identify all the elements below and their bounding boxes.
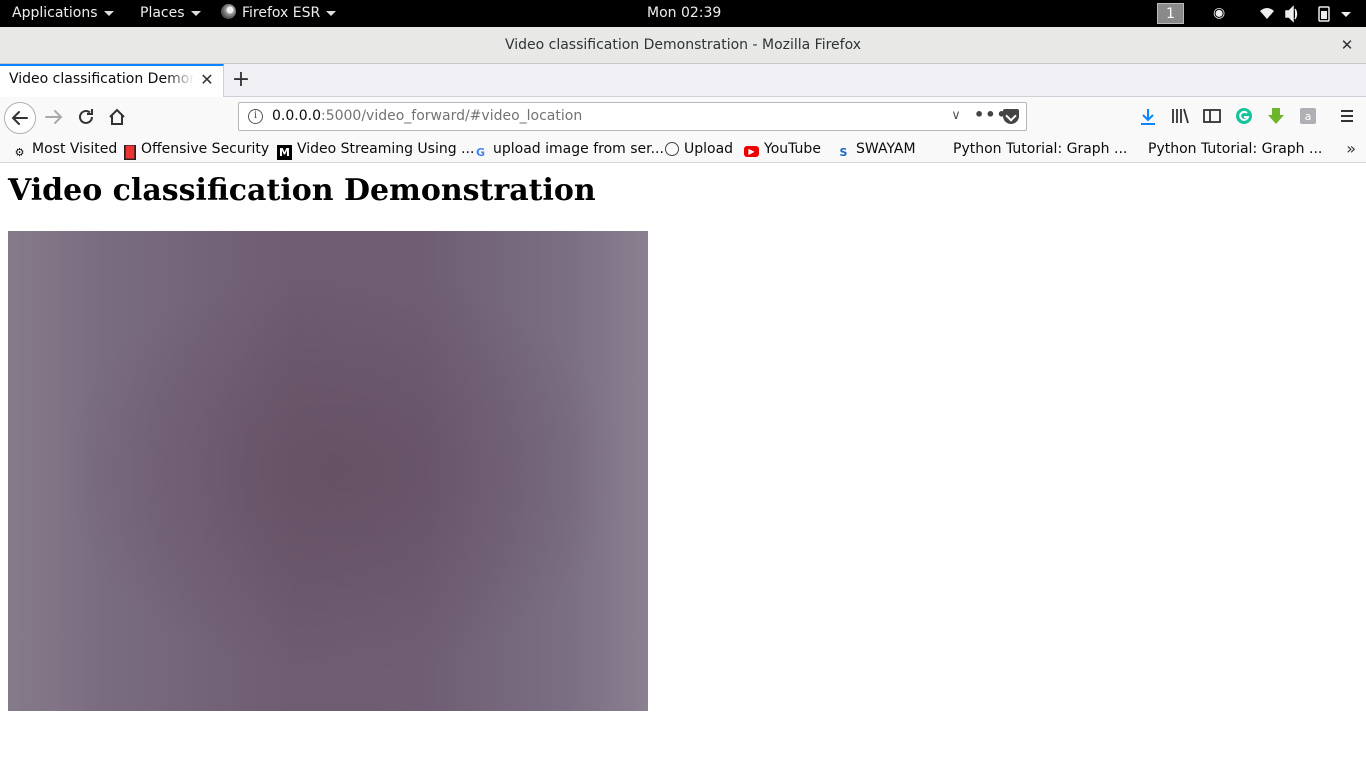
- bookmark-label: SWAYAM: [856, 141, 916, 157]
- chevron-double-right-icon[interactable]: »: [1346, 136, 1356, 162]
- bookmark-video-streaming[interactable]: M Video Streaming Using ...: [277, 136, 474, 162]
- bookmark-upload[interactable]: Upload: [665, 136, 733, 162]
- tab-title: Video classification Demonstration: [9, 71, 194, 87]
- downloads-icon[interactable]: [1136, 104, 1160, 128]
- bookmark-label: upload image from ser...: [493, 141, 664, 157]
- chevron-down-icon: [190, 10, 201, 16]
- bookmark-label: Offensive Security: [141, 141, 270, 157]
- swayam-icon: S: [839, 146, 848, 159]
- bookmark-label: YouTube: [764, 141, 821, 157]
- bookmark-youtube[interactable]: ▶ YouTube: [744, 136, 821, 162]
- pocket-icon[interactable]: [1003, 109, 1019, 124]
- hamburger-menu-icon[interactable]: [1335, 104, 1359, 128]
- firefox-icon: [221, 4, 236, 19]
- offsec-icon: █: [124, 145, 136, 160]
- applications-menu[interactable]: Applications: [12, 0, 114, 27]
- tab-video-classification[interactable]: Video classification Demonstration ✕: [0, 64, 224, 97]
- bookmark-label: Python Tutorial: Graph ...: [1148, 141, 1323, 157]
- youtube-icon: ▶: [744, 146, 759, 157]
- python-icon: [1128, 141, 1143, 156]
- arrow-left-icon: [11, 111, 28, 125]
- bookmarks-toolbar: ⚙ Most Visited █ Offensive Security M Video…: [0, 136, 1366, 163]
- video-stream[interactable]: [8, 231, 648, 711]
- bookmark-label: Most Visited: [32, 141, 118, 157]
- window-title: Video classification Demonstration - Moz…: [504, 37, 862, 53]
- download-helper-icon[interactable]: [1264, 104, 1288, 128]
- medium-icon: M: [277, 145, 292, 160]
- arrow-right-icon: [45, 110, 63, 124]
- clock[interactable]: Mon 02:39: [647, 0, 721, 27]
- chevron-down-icon: [103, 10, 114, 16]
- url-bar[interactable]: i 0.0.0.0:5000/video_forward/#video_loca…: [238, 102, 1027, 131]
- gear-icon: ⚙: [14, 146, 25, 159]
- extension-icon[interactable]: a: [1296, 104, 1320, 128]
- navigation-toolbar: i 0.0.0.0:5000/video_forward/#video_loca…: [0, 97, 1366, 136]
- chevron-down-icon[interactable]: ∨: [946, 106, 966, 126]
- bookmark-offensive-security[interactable]: █ Offensive Security: [124, 136, 269, 162]
- places-label: Places: [140, 5, 185, 21]
- window-close-button[interactable]: ✕: [1340, 35, 1354, 55]
- library-icon[interactable]: [1168, 104, 1192, 128]
- volume-icon: [1285, 5, 1298, 23]
- home-button[interactable]: [103, 103, 131, 131]
- back-button[interactable]: [4, 102, 36, 134]
- bookmark-label: Upload: [684, 141, 734, 157]
- url-host: 0.0.0.0: [272, 108, 321, 124]
- bookmark-label: Video Streaming Using ...: [297, 141, 475, 157]
- home-icon: [109, 108, 125, 125]
- url-text[interactable]: 0.0.0.0:5000/video_forward/#video_locati…: [272, 103, 582, 130]
- system-top-bar: Applications Places Firefox ESR Mon 02:3…: [0, 0, 1366, 27]
- grammarly-icon[interactable]: [1232, 104, 1256, 128]
- bookmark-most-visited[interactable]: ⚙ Most Visited: [12, 136, 118, 162]
- firefox-app-label: Firefox ESR: [242, 5, 321, 21]
- page-content: Video classification Demonstration: [0, 163, 1366, 768]
- sidebar-icon[interactable]: [1200, 104, 1224, 128]
- firefox-app-menu[interactable]: Firefox ESR: [221, 0, 337, 27]
- tab-close-button[interactable]: ✕: [198, 70, 216, 90]
- bookmark-python-tutorial-2[interactable]: Python Tutorial: Graph ...: [1128, 136, 1322, 162]
- google-icon: G: [475, 146, 486, 159]
- status-tray-icons: [1260, 5, 1351, 23]
- reload-icon: [79, 109, 93, 124]
- system-menu-chevron-icon: [1341, 12, 1351, 17]
- window-titlebar: Video classification Demonstration - Moz…: [0, 27, 1366, 64]
- chevron-down-icon: [326, 10, 337, 16]
- page-heading: Video classification Demonstration: [8, 173, 596, 208]
- camera-icon[interactable]: ◉: [1213, 0, 1225, 27]
- bookmark-python-tutorial-1[interactable]: Python Tutorial: Graph ...: [933, 136, 1127, 162]
- bookmark-swayam[interactable]: S SWAYAM: [836, 136, 916, 162]
- bookmark-label: Python Tutorial: Graph ...: [953, 141, 1128, 157]
- reload-button[interactable]: [72, 103, 100, 131]
- tab-strip: Video classification Demonstration ✕ +: [0, 64, 1366, 97]
- url-path: :5000/video_forward/#video_location: [320, 108, 583, 124]
- workspace-indicator[interactable]: 1: [1157, 3, 1184, 24]
- forward-button[interactable]: [40, 103, 68, 131]
- svg-text:a: a: [1305, 110, 1312, 123]
- site-info-icon[interactable]: i: [248, 109, 263, 124]
- places-menu[interactable]: Places: [140, 0, 201, 27]
- new-tab-button[interactable]: +: [229, 68, 253, 92]
- bookmark-upload-image[interactable]: Gupload image from ser...: [473, 136, 664, 162]
- globe-icon: [665, 142, 679, 156]
- wifi-icon: [1260, 8, 1274, 19]
- python-icon: [933, 141, 948, 156]
- applications-label: Applications: [12, 5, 98, 21]
- status-icons[interactable]: [1258, 0, 1358, 27]
- page-actions-menu-icon[interactable]: •••: [974, 106, 1007, 126]
